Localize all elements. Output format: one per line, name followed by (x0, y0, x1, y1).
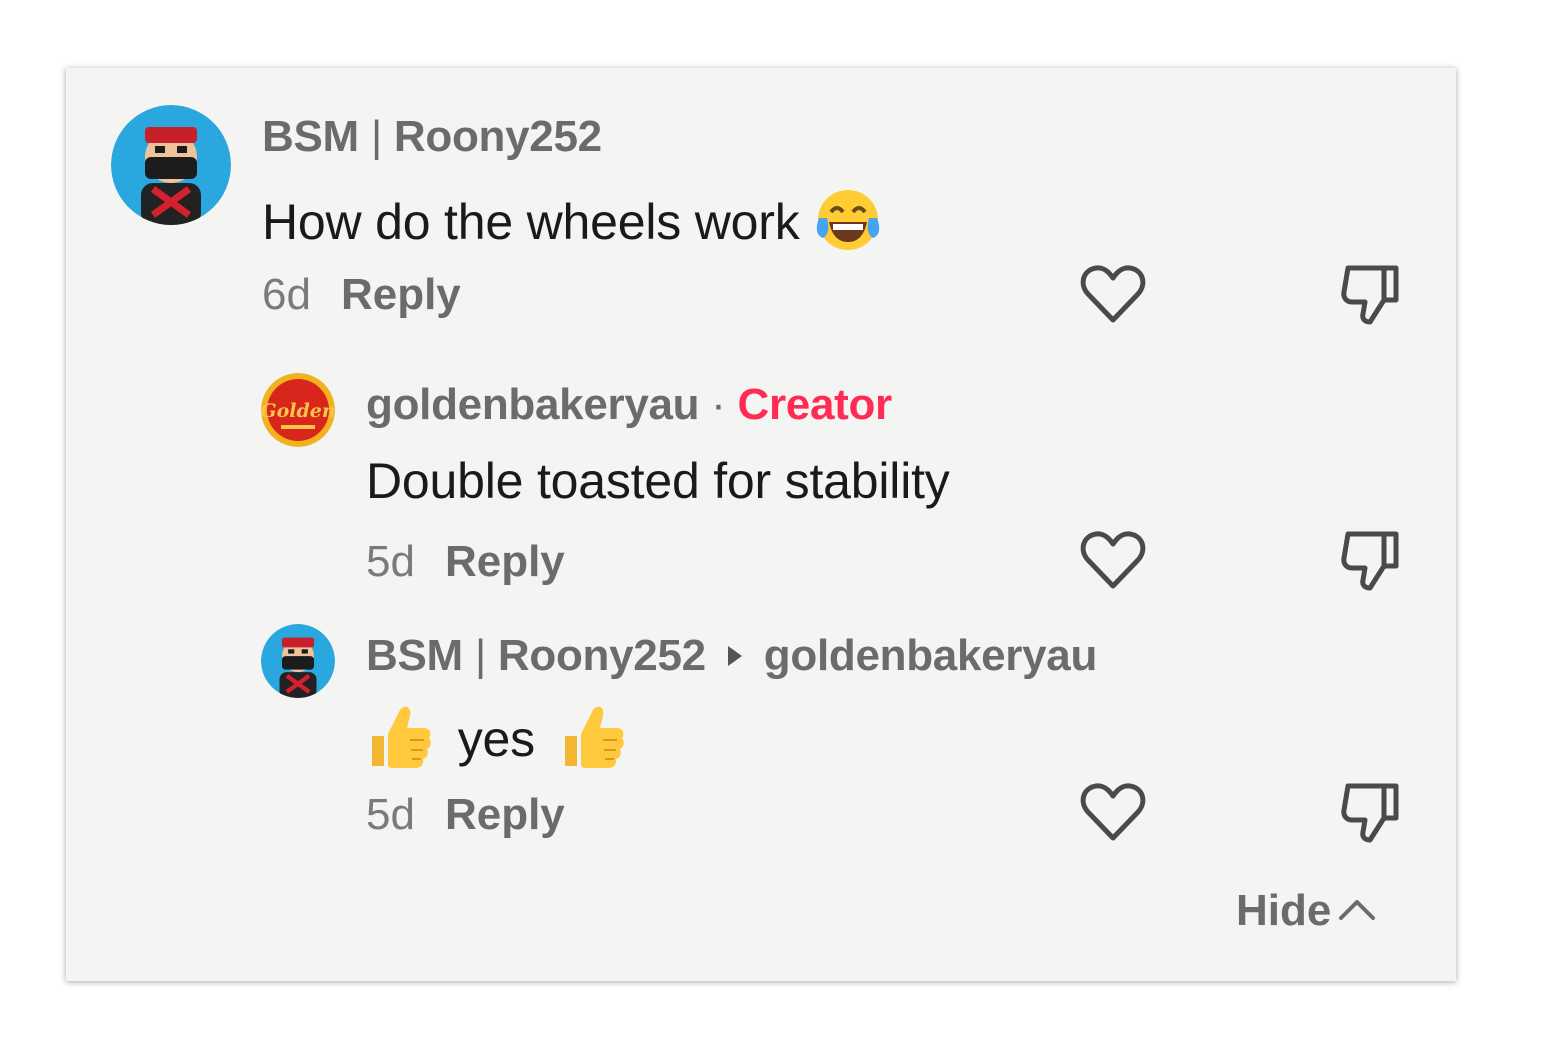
hide-label: Hide (1236, 886, 1332, 935)
comment-username[interactable]: BSM | Roony252 (262, 112, 602, 162)
comment-meta: 5d Reply (366, 790, 565, 840)
thumbs-up-emoji (366, 702, 434, 784)
comment-text: Double toasted for stability (366, 453, 950, 509)
reply-button[interactable]: Reply (445, 537, 565, 586)
dislike-thumbs-down-icon[interactable] (1336, 526, 1406, 596)
thumbs-up-emoji (559, 702, 627, 784)
like-heart-icon[interactable] (1078, 778, 1148, 848)
like-heart-icon[interactable] (1078, 260, 1148, 330)
comment-text: yes (366, 702, 627, 784)
like-heart-icon[interactable] (1078, 526, 1148, 596)
chevron-up-icon (1339, 900, 1376, 921)
reply-button[interactable]: Reply (445, 790, 565, 839)
comment-age: 5d (366, 537, 415, 586)
comment-text: How do the wheels work (262, 188, 883, 264)
hide-replies-button[interactable]: Hide (1236, 886, 1377, 936)
reply-to-arrow-icon (727, 646, 742, 667)
comment-thread-card: BSM | Roony252 How do the wheels work 6d… (66, 68, 1456, 981)
comment-age: 5d (366, 790, 415, 839)
reply-button[interactable]: Reply (341, 270, 461, 319)
reply-to-username[interactable]: goldenbakeryau (764, 631, 1098, 680)
dislike-thumbs-down-icon[interactable] (1336, 260, 1406, 330)
svg-text:Golden: Golden (261, 400, 335, 422)
comment-username[interactable]: goldenbakeryau · Creator (366, 380, 892, 430)
avatar[interactable] (111, 105, 231, 225)
comment-username[interactable]: BSM | Roony252 goldenbakeryau (366, 631, 1097, 681)
dislike-thumbs-down-icon[interactable] (1336, 778, 1406, 848)
comment-age: 6d (262, 270, 311, 319)
avatar[interactable] (261, 624, 335, 698)
comment-meta: 5d Reply (366, 537, 565, 587)
comment-meta: 6d Reply (262, 270, 461, 320)
avatar[interactable]: Golden (261, 373, 335, 447)
tears-of-joy-emoji (813, 188, 883, 264)
creator-badge: Creator (737, 380, 892, 429)
